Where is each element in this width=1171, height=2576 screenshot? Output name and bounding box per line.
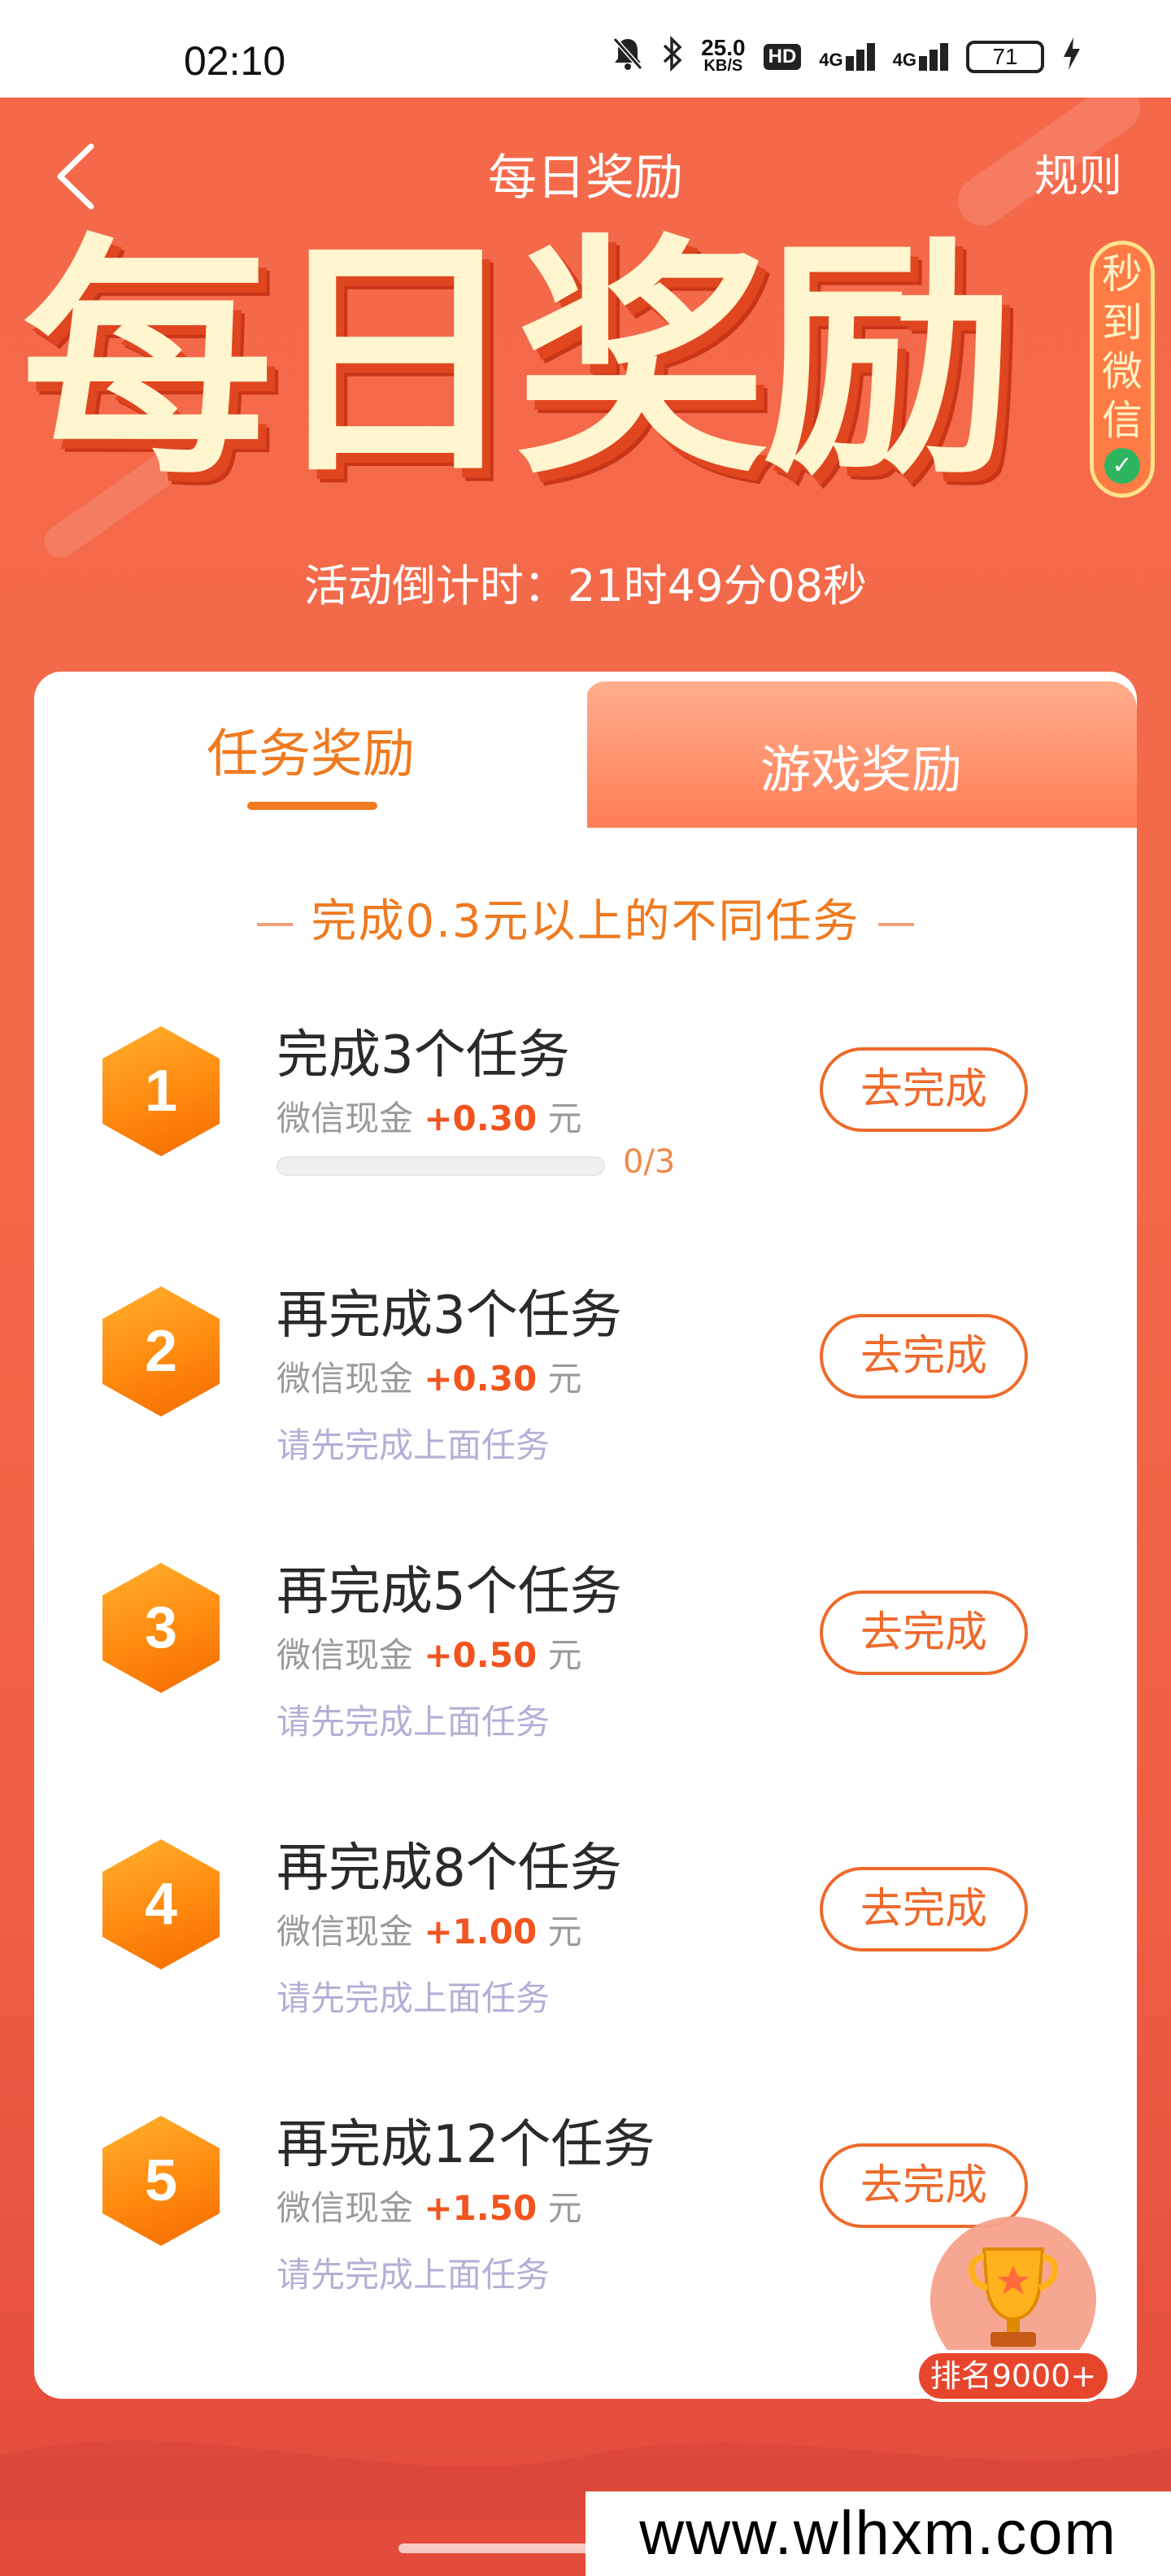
signal-bars-icon [940, 43, 948, 71]
banner-title: 每日奖励 [21, 215, 1015, 508]
task-reward: 微信现金 +0.50 元 [276, 1628, 582, 1677]
reward-suffix: 元 [537, 2188, 582, 2228]
instant-wechat-badge: 秒到微信 ✓ [1090, 241, 1155, 498]
signal-4g-2-label: 4G [892, 50, 916, 70]
task-number-hexagon: 1 [102, 1026, 220, 1156]
task-reward: 微信现金 +0.30 元 [276, 1351, 582, 1401]
task-number-hexagon: 2 [102, 1286, 220, 1416]
section-subtitle: 完成0.3元以上的不同任务 [34, 885, 1137, 951]
subtitle-dash-left [257, 922, 294, 926]
rules-link[interactable]: 规则 [1034, 140, 1122, 204]
signal-bars-icon [929, 50, 938, 71]
charging-icon [1062, 36, 1082, 78]
signal-bars-icon [845, 56, 854, 71]
task-item: 2 再完成3个任务 微信现金 +0.30 元 请先完成上面任务 去完成 [34, 1273, 1137, 1517]
task-hint: 请先完成上面任务 [276, 1702, 551, 1742]
reward-amount: +0.30 [424, 1359, 538, 1399]
tab-game-rewards[interactable]: 游戏奖励 [586, 681, 1137, 828]
go-complete-button[interactable]: 去完成 [820, 2143, 1028, 2228]
mute-bell-icon [612, 36, 644, 78]
task-hint: 请先完成上面任务 [276, 1425, 551, 1465]
reward-prefix: 微信现金 [276, 1912, 424, 1952]
signal-4g-1-label: 4G [819, 50, 843, 70]
tab-task-rewards-label: 任务奖励 [207, 724, 415, 785]
reward-amount: +1.50 [424, 2188, 538, 2228]
instant-wechat-badge-text: 秒到微信 [1102, 250, 1143, 444]
bluetooth-icon [662, 35, 683, 78]
go-complete-button[interactable]: 去完成 [820, 1047, 1028, 1132]
page-title: 每日奖励 [488, 150, 683, 207]
go-complete-button[interactable]: 去完成 [820, 1590, 1028, 1675]
task-progress-bar [276, 1156, 605, 1176]
trophy-icon [961, 2241, 1065, 2355]
task-reward: 微信现金 +1.00 元 [276, 1904, 582, 1954]
task-reward: 微信现金 +1.50 元 [276, 2181, 582, 2230]
task-number-hexagon: 3 [102, 1563, 220, 1693]
subtitle-dash-right [877, 922, 914, 926]
reward-suffix: 元 [537, 1635, 582, 1675]
signal-bars-icon [866, 43, 875, 71]
status-icons: 25.0 KB/S HD 4G 4G 71 [612, 35, 1082, 78]
reward-suffix: 元 [537, 1912, 582, 1952]
reward-card: 游戏奖励 任务奖励 完成0.3元以上的不同任务 1 完成3个任务 微信现金 +0… [34, 672, 1137, 2399]
task-item: 1 完成3个任务 微信现金 +0.30 元 0/3 去完成 [34, 1013, 1137, 1257]
rank-floating-button[interactable]: 排名9000+ [914, 2217, 1112, 2408]
task-item: 3 再完成5个任务 微信现金 +0.50 元 请先完成上面任务 去完成 [34, 1550, 1137, 1794]
signal-4g-1: 4G [819, 43, 875, 71]
task-hint: 请先完成上面任务 [276, 2255, 551, 2295]
tab-game-rewards-label: 游戏奖励 [760, 740, 962, 799]
reward-suffix: 元 [537, 1359, 582, 1399]
reward-amount: +0.30 [424, 1099, 538, 1138]
task-progress-text: 0/3 [623, 1143, 676, 1181]
reward-prefix: 微信现金 [276, 2188, 424, 2228]
hd-badge: HD [763, 44, 802, 70]
task-hint: 请先完成上面任务 [276, 1978, 551, 2018]
reward-amount: +0.50 [424, 1635, 538, 1675]
rank-label: 排名9000+ [916, 2350, 1111, 2402]
task-item: 4 再完成8个任务 微信现金 +1.00 元 请先完成上面任务 去完成 [34, 1826, 1137, 2070]
signal-bars-icon [919, 56, 927, 71]
task-number-hexagon: 4 [102, 1839, 220, 1969]
net-speed-value: 25.0 [701, 35, 746, 60]
net-speed-unit: KB/S [703, 57, 743, 75]
section-subtitle-text: 完成0.3元以上的不同任务 [311, 895, 860, 948]
signal-bars-icon [855, 50, 864, 71]
task-title: 完成3个任务 [276, 1025, 570, 1086]
reward-prefix: 微信现金 [276, 1359, 424, 1399]
reward-suffix: 元 [537, 1099, 582, 1138]
task-reward: 微信现金 +0.30 元 [276, 1091, 582, 1141]
signal-4g-2: 4G [893, 43, 948, 71]
reward-prefix: 微信现金 [276, 1635, 424, 1675]
battery-indicator: 71 [966, 41, 1044, 73]
reward-prefix: 微信现金 [276, 1099, 424, 1138]
tab-active-indicator [247, 802, 377, 810]
reward-amount: +1.00 [424, 1912, 538, 1952]
net-speed: 25.0 KB/S [701, 35, 746, 76]
check-icon: ✓ [1104, 448, 1140, 484]
go-complete-button[interactable]: 去完成 [820, 1314, 1028, 1399]
task-number-hexagon: 5 [102, 2116, 220, 2246]
task-title: 再完成3个任务 [276, 1286, 622, 1346]
task-title: 再完成8个任务 [276, 1838, 622, 1899]
status-bar: 02:10 25.0 KB/S HD 4G 4G 71 [0, 0, 1171, 98]
task-title: 再完成5个任务 [276, 1562, 622, 1622]
go-complete-button[interactable]: 去完成 [820, 1867, 1028, 1952]
tab-task-rewards[interactable]: 任务奖励 [34, 672, 587, 828]
watermark: www.wlhxm.com [586, 2491, 1171, 2576]
task-title: 再完成12个任务 [276, 2115, 655, 2175]
status-time: 02:10 [184, 38, 286, 84]
activity-countdown: 活动倒计时：21时49分08秒 [303, 560, 868, 611]
